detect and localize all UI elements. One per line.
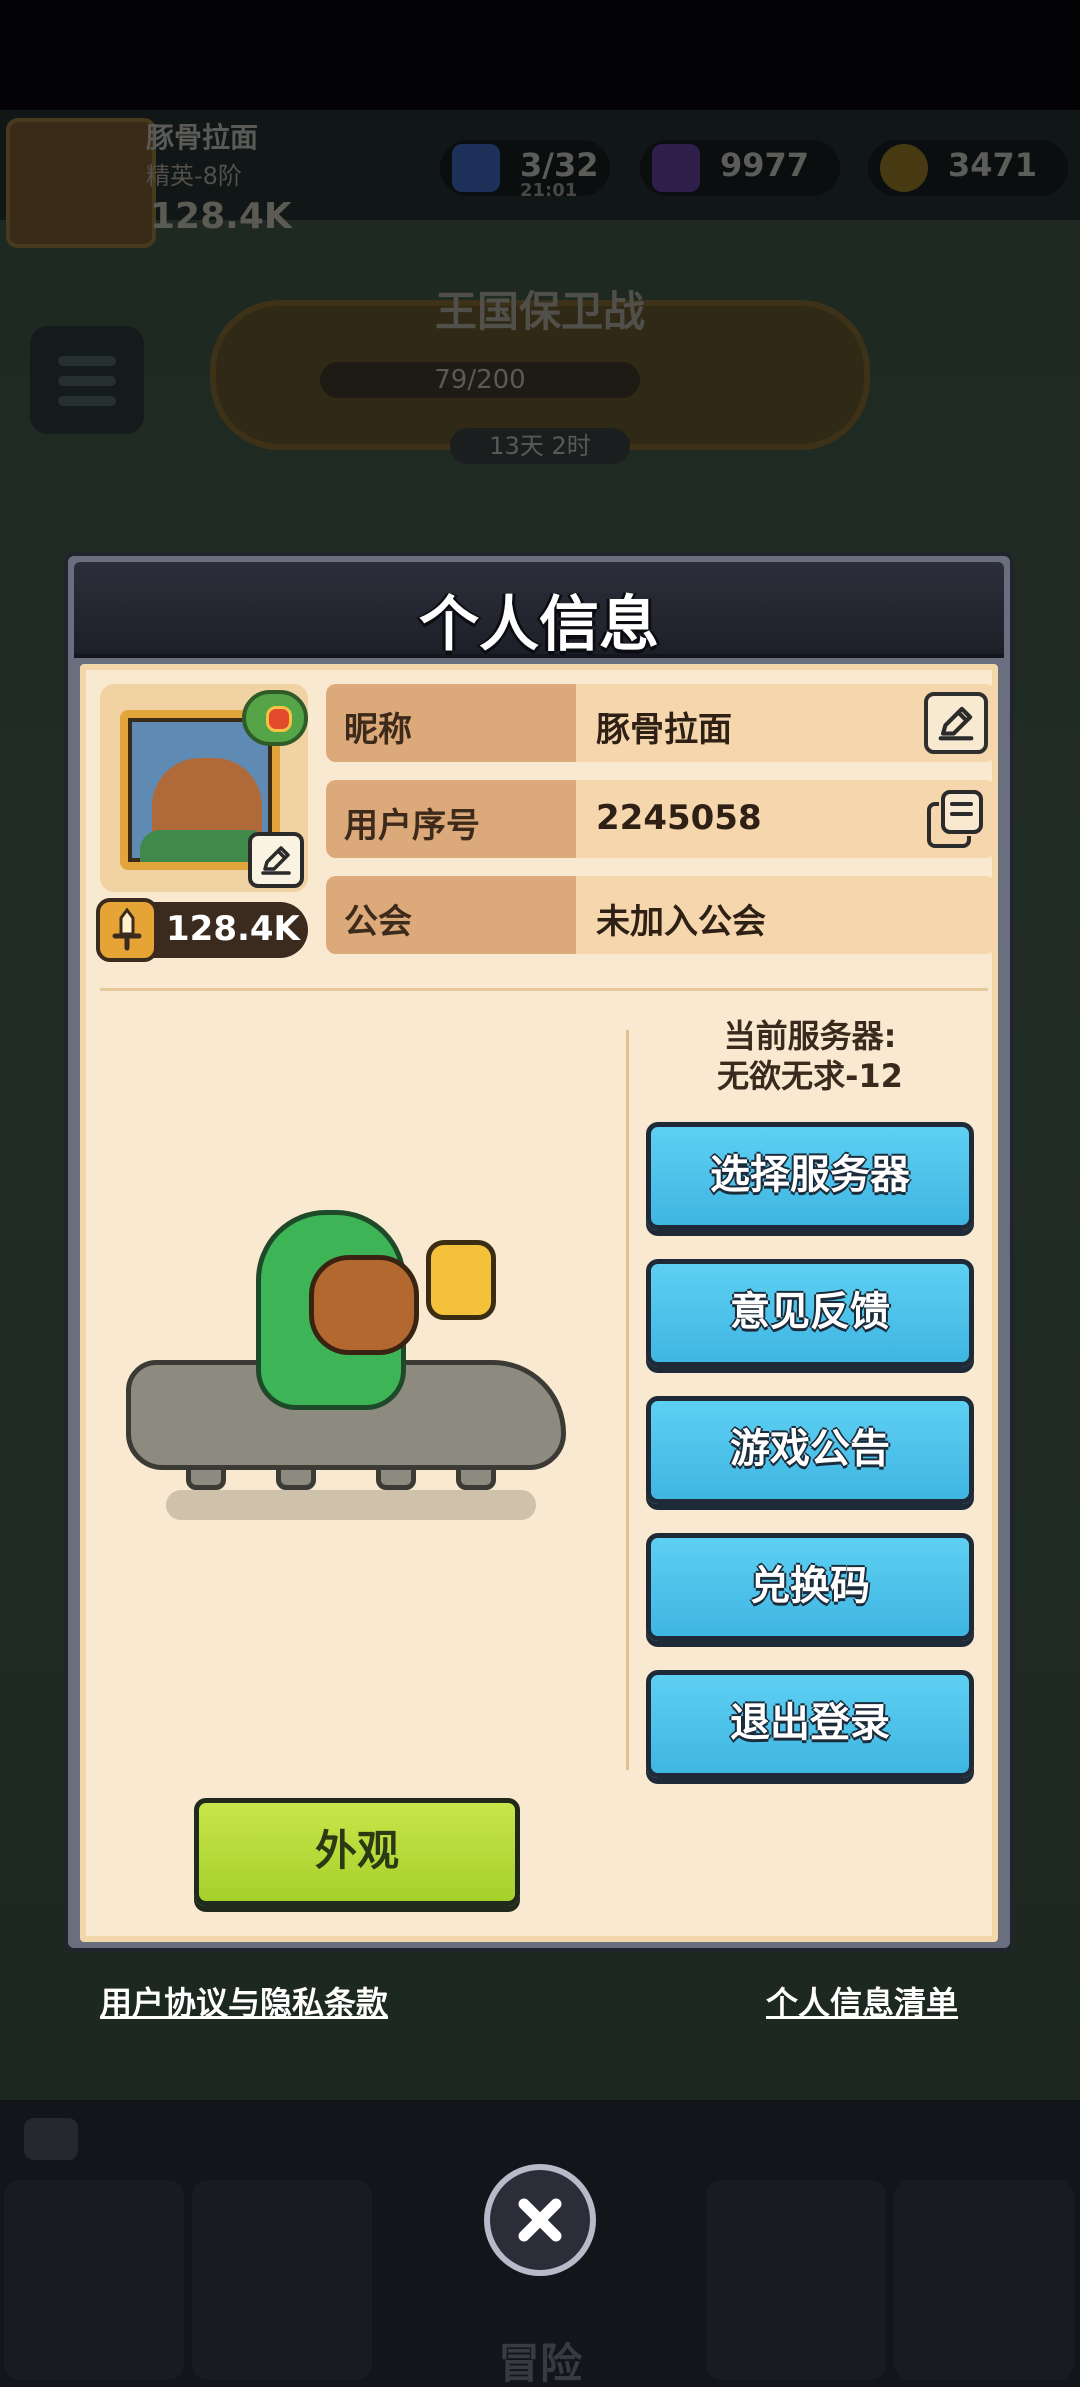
dialog-body: 128.4K 昵称 豚骨拉面 用户序号 2245058 公会 未加入公会 当前服… bbox=[80, 664, 998, 1942]
guild-value: 未加入公会 bbox=[596, 902, 766, 942]
nickname-value: 豚骨拉面 bbox=[596, 710, 732, 750]
dialog-header: 个人信息 bbox=[74, 562, 1004, 660]
guild-row: 公会 未加入公会 bbox=[326, 876, 996, 954]
server-caption: 当前服务器: bbox=[723, 1017, 897, 1055]
copy-icon bbox=[927, 790, 983, 848]
copy-user-id-button[interactable] bbox=[924, 788, 988, 850]
user-id-label: 用户序号 bbox=[326, 780, 576, 858]
sword-icon bbox=[96, 898, 158, 962]
frog-costume-character bbox=[256, 1210, 419, 1410]
power-value: 128.4K bbox=[166, 909, 300, 949]
announcement-button[interactable]: 游戏公告 bbox=[646, 1396, 974, 1504]
character-preview bbox=[126, 1190, 586, 1550]
flower-icon bbox=[242, 690, 308, 746]
dialog-title: 个人信息 bbox=[419, 590, 659, 660]
user-agreement-link[interactable]: 用户协议与隐私条款 bbox=[100, 1978, 388, 2024]
edit-nickname-button[interactable] bbox=[924, 692, 988, 754]
select-server-button[interactable]: 选择服务器 bbox=[646, 1122, 974, 1230]
column-divider bbox=[626, 1030, 629, 1770]
guild-label: 公会 bbox=[326, 876, 576, 954]
logout-button[interactable]: 退出登录 bbox=[646, 1670, 974, 1778]
user-id-row: 用户序号 2245058 bbox=[326, 780, 996, 858]
close-button[interactable] bbox=[484, 2164, 596, 2276]
appearance-button[interactable]: 外观 bbox=[194, 1798, 520, 1906]
profile-dialog: 个人信息 128.4K 昵称 豚骨拉面 用户序号 2245058 公会 未加入公… bbox=[64, 552, 1014, 1952]
redeem-code-button[interactable]: 兑换码 bbox=[646, 1533, 974, 1641]
pencil-icon bbox=[938, 706, 974, 741]
server-name: 无欲无求-12 bbox=[717, 1057, 903, 1095]
nickname-label: 昵称 bbox=[326, 684, 576, 762]
section-divider bbox=[100, 988, 988, 991]
close-icon bbox=[518, 2198, 562, 2242]
thumbs-up-icon bbox=[426, 1240, 496, 1320]
feedback-button[interactable]: 意见反馈 bbox=[646, 1259, 974, 1367]
current-server: 当前服务器: 无欲无求-12 bbox=[646, 1016, 974, 1096]
user-id-value: 2245058 bbox=[596, 798, 762, 838]
power-badge: 128.4K bbox=[96, 898, 308, 962]
personal-info-list-link[interactable]: 个人信息清单 bbox=[766, 1978, 958, 2024]
avatar[interactable] bbox=[100, 684, 308, 892]
avatar-edit-button[interactable] bbox=[248, 832, 304, 888]
nickname-row: 昵称 豚骨拉面 bbox=[326, 684, 996, 762]
pencil-icon bbox=[261, 846, 291, 875]
